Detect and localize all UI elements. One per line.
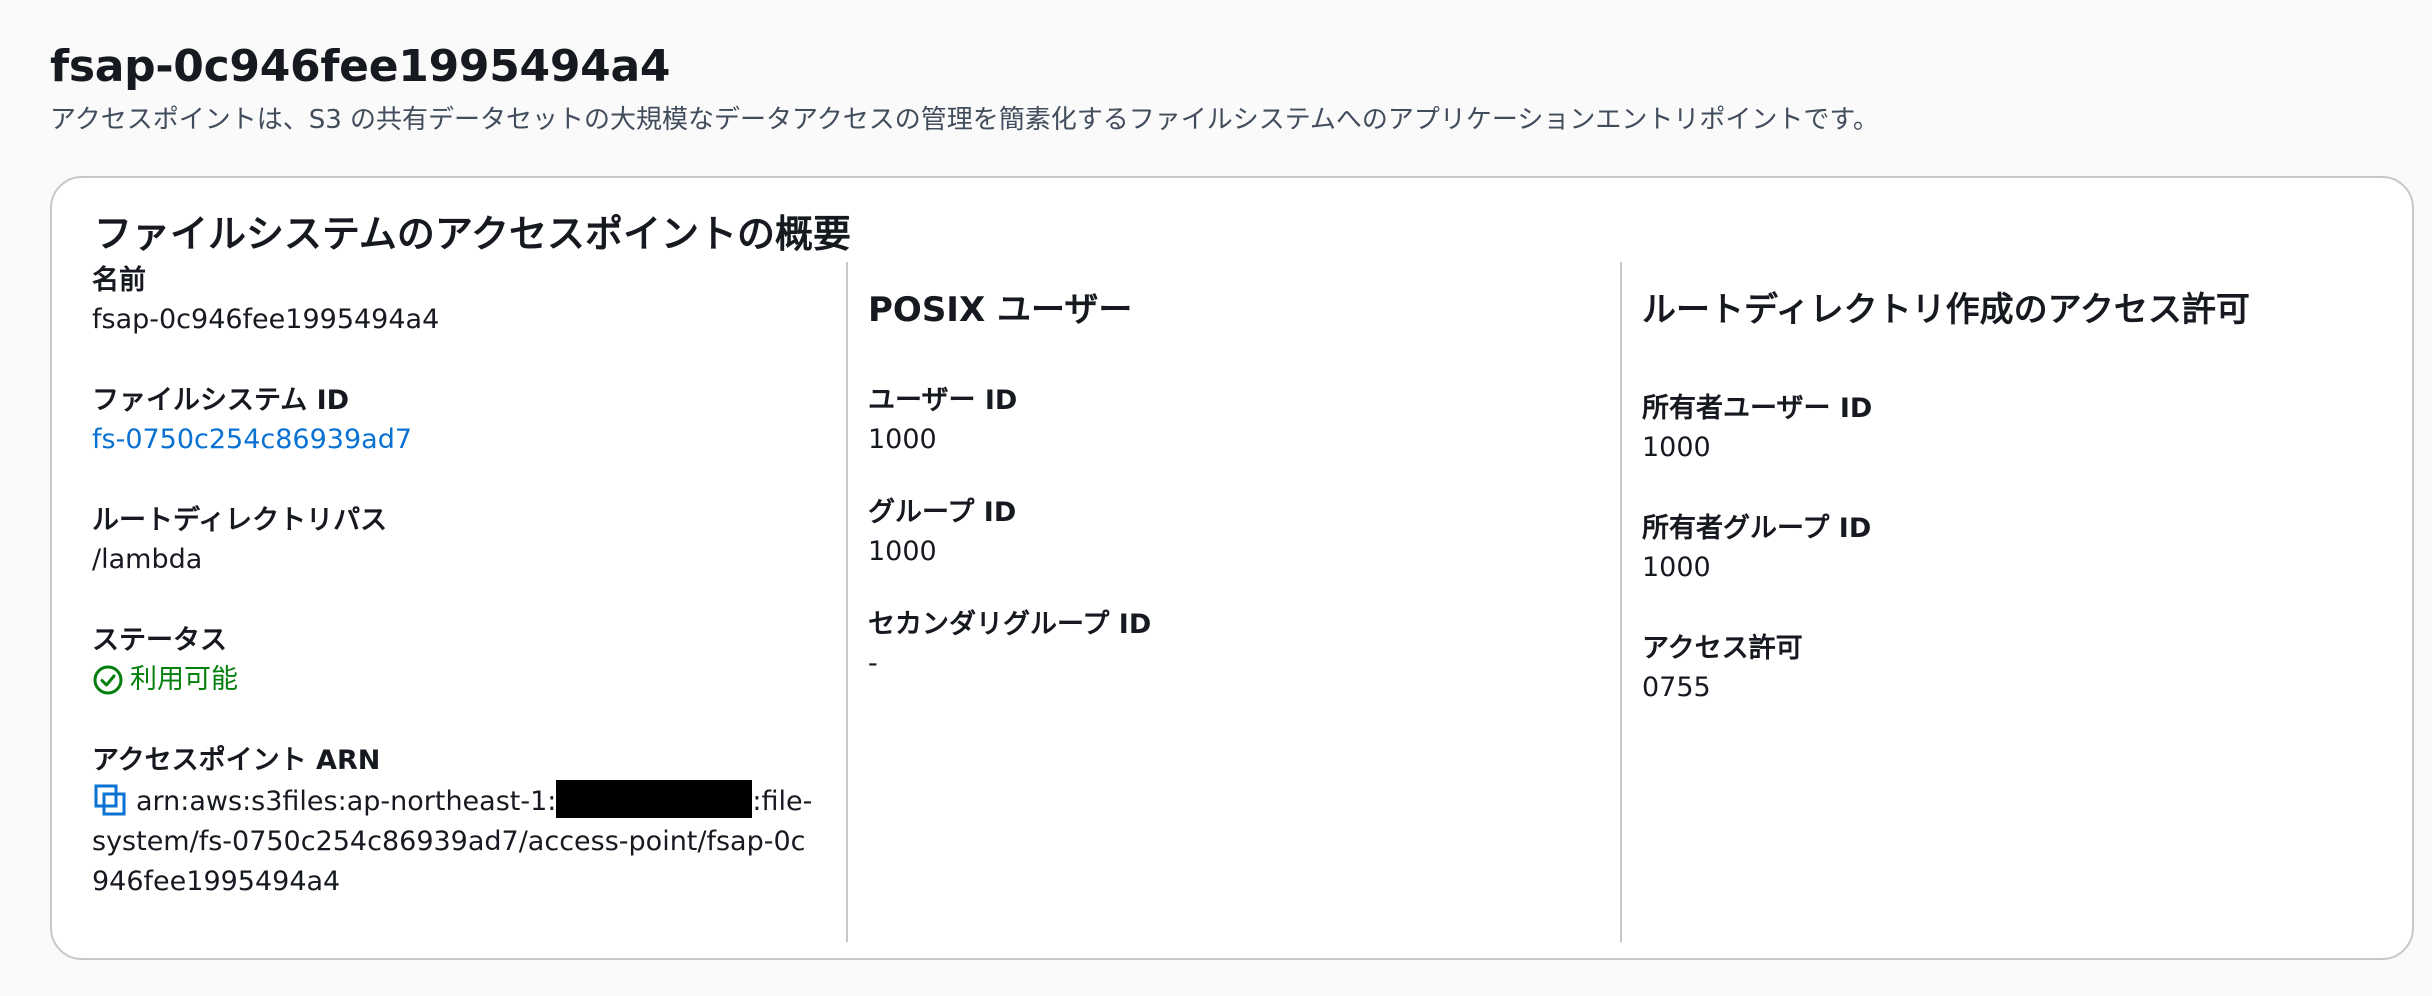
owner-user-id-label: 所有者ユーザー ID (1642, 393, 1873, 424)
secondary-group-id-value: - (868, 648, 878, 679)
status-value: 利用可能 (130, 664, 238, 695)
group-id-label: グループ ID (868, 497, 1017, 528)
permissions-field: アクセス許可 0755 (1642, 630, 1803, 708)
root-directory-path-value: /lambda (92, 544, 203, 575)
owner-user-id-value: 1000 (1642, 432, 1711, 463)
access-point-arn-value: arn:aws:s3files:ap-northeast-1::file-sys… (92, 780, 822, 902)
secondary-group-id-field: セカンダリグループ ID - (868, 606, 1151, 684)
root-permissions-heading: ルートディレクトリ作成のアクセス許可 (1642, 290, 2250, 330)
page-title: fsap-0c946fee1995494a4 (50, 41, 671, 92)
owner-group-id-field: 所有者グループ ID 1000 (1642, 510, 1871, 588)
file-system-id-field: ファイルシステム ID fs-0750c254c86939ad7 (92, 382, 412, 460)
name-field: 名前 fsap-0c946fee1995494a4 (92, 262, 439, 340)
page-description: アクセスポイントは、S3 の共有データセットの大規模なデータアクセスの管理を簡素… (50, 105, 1879, 135)
file-system-id-label: ファイルシステム ID (92, 385, 350, 416)
check-circle-icon (92, 664, 124, 696)
arn-prefix: arn:aws:s3files:ap-northeast-1: (136, 786, 557, 817)
access-point-arn-label: アクセスポイント ARN (92, 745, 381, 776)
root-directory-path-field: ルートディレクトリパス /lambda (92, 502, 387, 580)
owner-group-id-value: 1000 (1642, 552, 1711, 583)
access-point-summary-container: ファイルシステムのアクセスポイントの概要 名前 fsap-0c946fee199… (50, 176, 2414, 960)
summary-column-root-permissions: ルートディレクトリ作成のアクセス許可 所有者ユーザー ID 1000 所有者グル… (1620, 262, 2400, 942)
owner-user-id-field: 所有者ユーザー ID 1000 (1642, 390, 1872, 468)
file-system-id-link[interactable]: fs-0750c254c86939ad7 (92, 424, 412, 455)
user-id-label: ユーザー ID (868, 385, 1018, 416)
copy-icon[interactable] (92, 782, 128, 818)
posix-user-heading: POSIX ユーザー (868, 290, 1133, 330)
owner-group-id-label: 所有者グループ ID (1642, 513, 1872, 544)
group-id-field: グループ ID 1000 (868, 494, 1016, 572)
status-label: ステータス (92, 625, 227, 656)
summary-column-general: 名前 fsap-0c946fee1995494a4 ファイルシステム ID fs… (92, 262, 882, 942)
redacted-account-id (556, 780, 753, 818)
access-point-arn-field: アクセスポイント ARN arn:aws:s3files:ap-northeas… (92, 742, 822, 902)
permissions-label: アクセス許可 (1642, 633, 1803, 664)
name-label: 名前 (92, 265, 146, 296)
group-id-value: 1000 (868, 536, 937, 567)
secondary-group-id-label: セカンダリグループ ID (868, 609, 1152, 640)
status-badge: 利用可能 (92, 660, 238, 700)
root-directory-path-label: ルートディレクトリパス (92, 505, 388, 536)
user-id-value: 1000 (868, 424, 937, 455)
summary-column-posix-user: POSIX ユーザー ユーザー ID 1000 グループ ID 1000 セカン… (846, 262, 1620, 942)
page-header: fsap-0c946fee1995494a4 アクセスポイントは、S3 の共有デ… (50, 36, 2350, 138)
permissions-value: 0755 (1642, 672, 1711, 703)
container-title: ファイルシステムのアクセスポイントの概要 (94, 212, 851, 256)
name-value: fsap-0c946fee1995494a4 (92, 304, 440, 335)
user-id-field: ユーザー ID 1000 (868, 382, 1017, 460)
status-field: ステータス 利用可能 (92, 622, 238, 700)
